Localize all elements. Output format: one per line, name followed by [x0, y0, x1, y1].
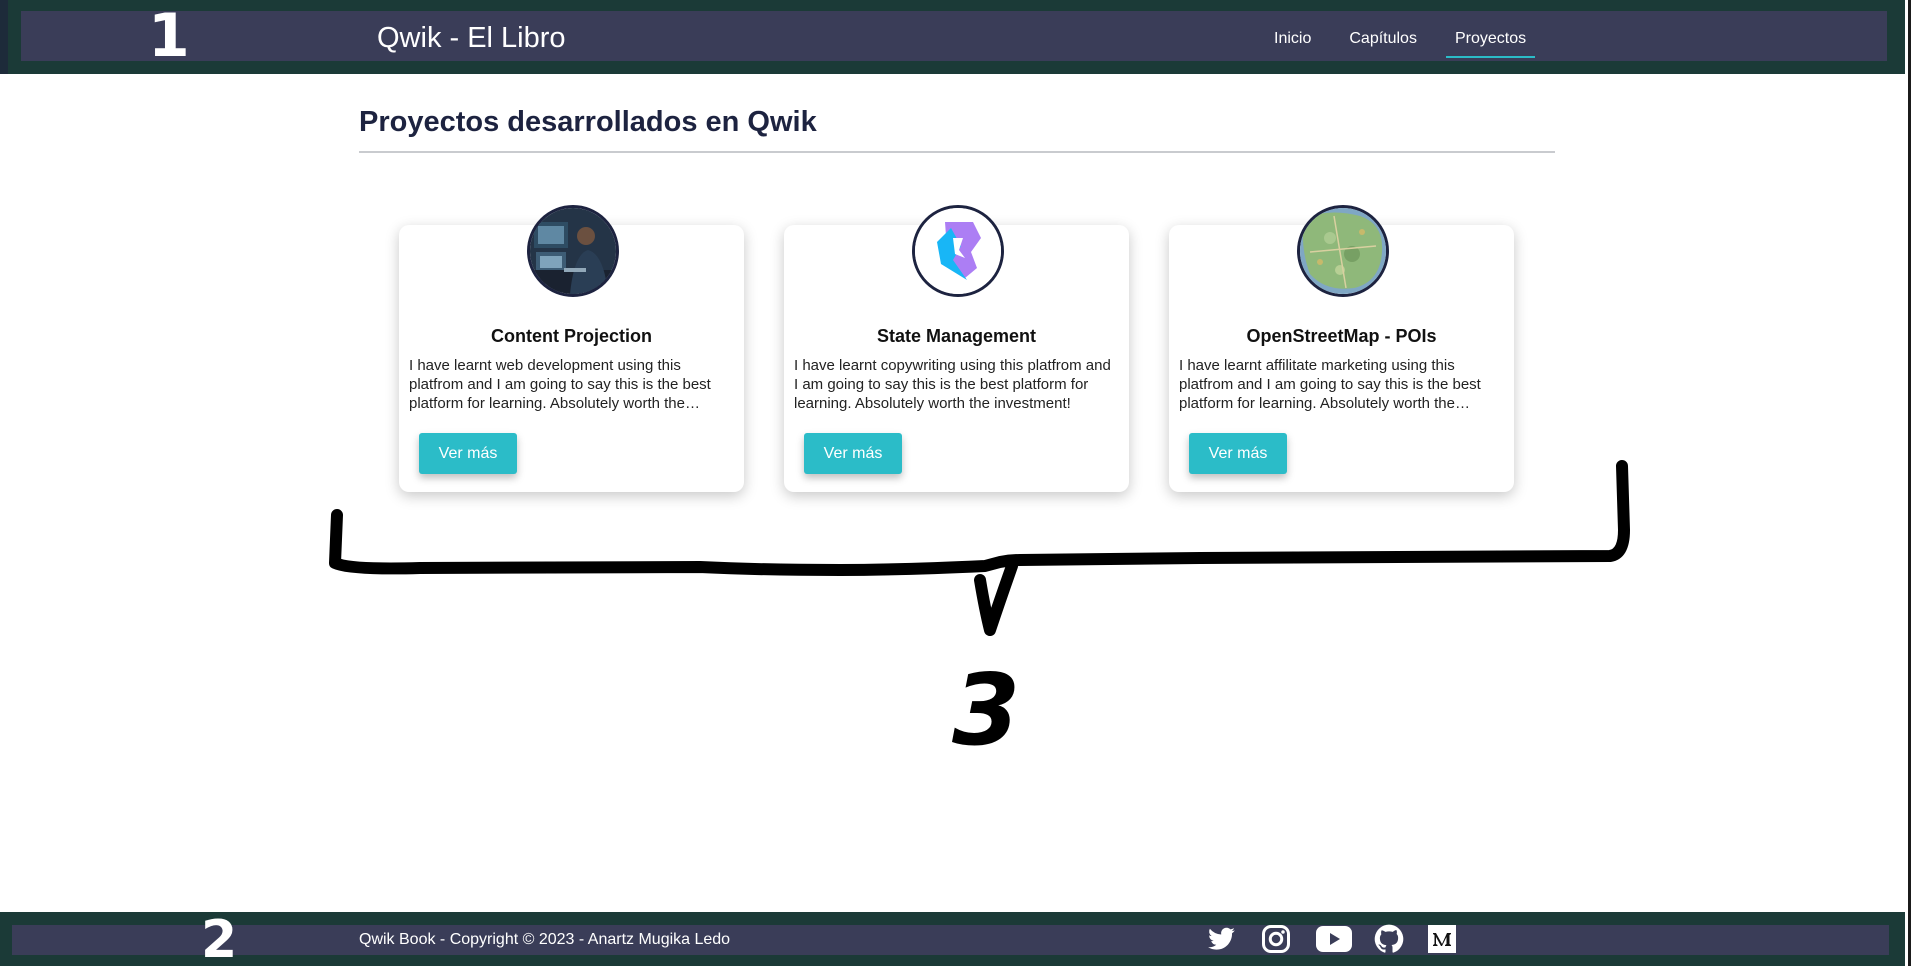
annotation-bracket	[329, 460, 1630, 636]
copyright-text: Qwik Book - Copyright © 2023 - Anartz Mu…	[359, 931, 731, 948]
page: 1 Qwik - El Libro Inicio Capítulos Proye…	[0, 0, 1915, 966]
medium-icon[interactable]	[1427, 923, 1457, 955]
annotation-number-footer: 2	[201, 910, 238, 966]
footer-bar	[12, 925, 1889, 955]
twitter-icon[interactable]	[1206, 923, 1238, 955]
youtube-icon[interactable]	[1315, 923, 1353, 955]
github-icon[interactable]	[1373, 923, 1405, 955]
window-scrollbar[interactable]	[1908, 0, 1911, 966]
instagram-icon[interactable]	[1260, 923, 1292, 955]
annotation-number-cards: 3	[952, 654, 1021, 768]
